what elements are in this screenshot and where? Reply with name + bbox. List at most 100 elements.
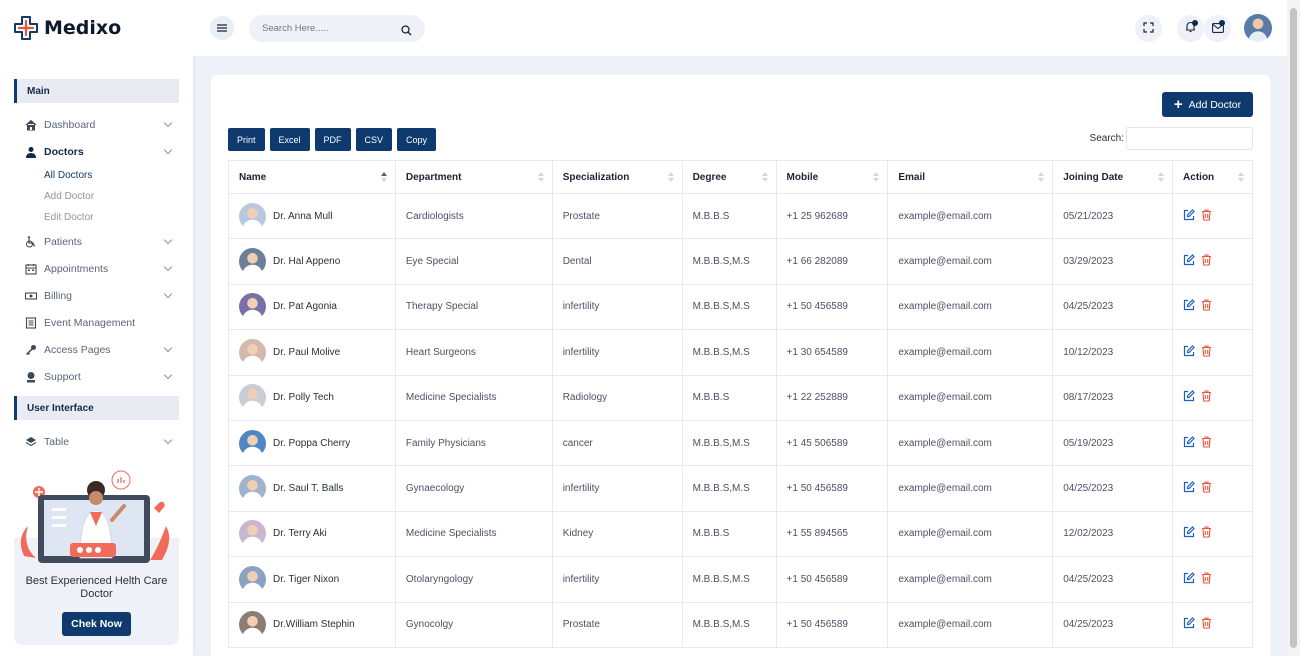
- table-search-input[interactable]: [1126, 127, 1253, 150]
- doctor-name[interactable]: Dr. Saul T. Balls: [273, 483, 343, 494]
- table-row[interactable]: Dr.William Stephin Gynocolgy Prostate M.B.B…: [228, 601, 1253, 648]
- doctor-icon: [24, 145, 37, 158]
- doctor-name[interactable]: Dr. Pat Agonia: [273, 301, 337, 312]
- edit-icon[interactable]: [1183, 481, 1195, 496]
- doctor-name[interactable]: Dr. Polly Tech: [273, 392, 334, 403]
- add-doctor-button[interactable]: + Add Doctor: [1162, 92, 1253, 117]
- doctor-name[interactable]: Dr. Poppa Cherry: [273, 438, 350, 449]
- doctor-name[interactable]: Dr. Hal Appeno: [273, 256, 340, 267]
- table-row[interactable]: Dr. Terry Aki Medicine Specialists Kidney M…: [228, 510, 1253, 558]
- scrollbar-thumb[interactable]: [1290, 8, 1297, 648]
- submenu-edit-doctor[interactable]: Edit Doctor: [0, 207, 193, 228]
- edit-icon[interactable]: [1183, 526, 1195, 541]
- sidebar-item-patients[interactable]: Patients: [0, 228, 193, 255]
- edit-icon[interactable]: [1183, 299, 1195, 314]
- submenu-all-doctors[interactable]: All Doctors: [0, 165, 193, 186]
- cell-degree: M.B.B.S,M.S: [681, 238, 777, 285]
- notifications-button[interactable]: [1177, 15, 1204, 42]
- table-row[interactable]: Dr. Tiger Nixon Otolaryngology infertility…: [228, 556, 1253, 603]
- doctor-name[interactable]: Dr. Anna Mull: [273, 211, 332, 222]
- column-header-specialization[interactable]: Specialization: [551, 160, 683, 194]
- print-button[interactable]: Print: [228, 128, 265, 151]
- table-row[interactable]: Dr. Saul T. Balls Gynaecology infertility M…: [228, 465, 1253, 512]
- excel-button[interactable]: Excel: [269, 128, 310, 151]
- delete-icon[interactable]: [1201, 390, 1212, 405]
- cell-specialization: infertility: [551, 329, 683, 376]
- delete-icon[interactable]: [1201, 299, 1212, 314]
- delete-icon[interactable]: [1201, 209, 1212, 224]
- cell-email: example@email.com: [887, 238, 1054, 285]
- edit-icon[interactable]: [1183, 254, 1195, 269]
- delete-icon[interactable]: [1201, 617, 1212, 632]
- page-scrollbar[interactable]: [1287, 0, 1300, 656]
- column-header-mobile[interactable]: Mobile: [775, 160, 889, 194]
- column-header-name[interactable]: Name: [228, 160, 396, 194]
- sidebar-item-table[interactable]: Table: [0, 428, 193, 455]
- delete-icon[interactable]: [1201, 345, 1212, 360]
- table-row[interactable]: Dr. Hal Appeno Eye Special Dental M.B.B.S,M…: [228, 238, 1253, 285]
- delete-icon[interactable]: [1201, 481, 1212, 496]
- cell-department: Gynocolgy: [394, 601, 553, 648]
- sidebar-item-billing[interactable]: Billing: [0, 282, 193, 309]
- column-header-department[interactable]: Department: [394, 160, 553, 194]
- chevron-down-icon: [163, 289, 173, 299]
- column-header-action[interactable]: Action: [1172, 160, 1253, 194]
- copy-button[interactable]: Copy: [397, 128, 437, 151]
- table-row[interactable]: Dr. Anna Mull Cardiologists Prostate M.B.B.…: [228, 192, 1253, 240]
- cell-name: Dr. Polly Tech: [228, 374, 396, 421]
- search-icon[interactable]: [401, 23, 412, 41]
- sidebar-item-label: Access Pages: [44, 343, 111, 356]
- table-row[interactable]: Dr. Polly Tech Medicine Specialists Radiol…: [228, 374, 1253, 421]
- cell-department: Eye Special: [394, 238, 553, 285]
- edit-icon[interactable]: [1183, 390, 1195, 405]
- delete-icon[interactable]: [1201, 526, 1212, 541]
- chevron-down-icon: [163, 435, 173, 445]
- column-header-email[interactable]: Email: [887, 160, 1054, 194]
- chevron-down-icon: [163, 370, 173, 380]
- table-row[interactable]: Dr. Paul Molive Heart Surgeons infertility…: [228, 329, 1253, 376]
- doctor-name[interactable]: Dr. Terry Aki: [273, 528, 327, 539]
- edit-icon[interactable]: [1183, 435, 1195, 451]
- delete-icon[interactable]: [1201, 572, 1212, 587]
- table-row[interactable]: Dr. Pat Agonia Therapy Special infertility…: [228, 283, 1253, 331]
- cell-action: [1172, 419, 1253, 467]
- fullscreen-button[interactable]: [1135, 15, 1162, 42]
- submenu-add-doctor[interactable]: Add Doctor: [0, 186, 193, 207]
- user-avatar[interactable]: [1244, 14, 1272, 42]
- sidebar-item-event-management[interactable]: Event Management: [0, 309, 193, 336]
- sidebar-item-appointments[interactable]: Appointments: [0, 255, 193, 282]
- edit-icon[interactable]: [1183, 208, 1195, 224]
- pdf-button[interactable]: PDF: [314, 128, 351, 151]
- sidebar-item-access-pages[interactable]: Access Pages: [0, 336, 193, 363]
- edit-icon[interactable]: [1183, 571, 1195, 587]
- column-header-joining-date[interactable]: Joining Date: [1052, 160, 1174, 194]
- sidebar-item-doctors[interactable]: Doctors: [0, 138, 193, 165]
- cell-degree: M.B.B.S,M.S: [681, 601, 777, 648]
- cell-action: [1172, 238, 1253, 285]
- chek-now-button[interactable]: Chek Now: [62, 612, 131, 636]
- promo-text: Best Experienced Helth Care Doctor: [25, 575, 168, 600]
- medical-cross-logo-icon: [13, 15, 39, 41]
- sort-icon: [1038, 172, 1045, 183]
- table-row[interactable]: Dr. Poppa Cherry Family Physicians cancer M…: [228, 419, 1253, 467]
- messages-button[interactable]: [1204, 15, 1231, 42]
- menu-toggle-button[interactable]: [210, 16, 234, 40]
- delete-icon[interactable]: [1201, 254, 1212, 269]
- cell-action: [1172, 283, 1253, 331]
- delete-icon[interactable]: [1201, 436, 1212, 451]
- sidebar-item-dashboard[interactable]: Dashboard: [0, 111, 193, 138]
- sidebar-item-support[interactable]: Support: [0, 363, 193, 390]
- doctor-name[interactable]: Dr.William Stephin: [273, 619, 355, 630]
- column-header-degree[interactable]: Degree: [681, 160, 777, 194]
- search-input[interactable]: [262, 23, 392, 34]
- csv-button[interactable]: CSV: [355, 128, 393, 151]
- doctor-name[interactable]: Dr. Tiger Nixon: [273, 574, 339, 585]
- doctor-name[interactable]: Dr. Paul Molive: [273, 347, 340, 358]
- edit-icon[interactable]: [1183, 617, 1195, 632]
- edit-icon[interactable]: [1183, 345, 1195, 360]
- cell-degree: M.B.B.S: [681, 374, 777, 421]
- sidebar-item-label: Doctors: [44, 145, 84, 158]
- logo[interactable]: Medixo: [0, 0, 193, 56]
- sort-icon: [761, 172, 768, 183]
- sort-icon: [873, 172, 880, 183]
